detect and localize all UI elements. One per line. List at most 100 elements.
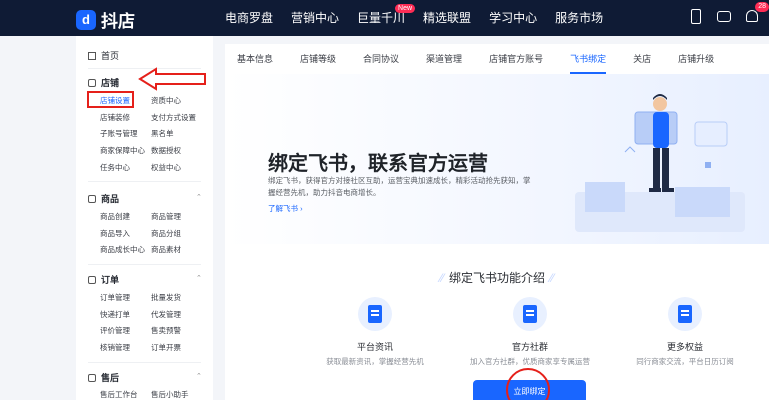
hero-banner: 绑定飞书，联系官方运营 绑定飞书，获得官方对接社区互助，运营宝典加速成长，精彩活… — [225, 74, 769, 244]
benefit-icon — [668, 297, 702, 331]
tab-bar: 基本信息 店铺等级 合同协议 渠道管理 店铺官方账号 飞书绑定 关店 店铺升级 — [225, 44, 769, 74]
sidebar-item-batch-ship[interactable]: 批量发货 — [151, 292, 181, 303]
sidebar-item-product-create[interactable]: 商品创建 — [100, 211, 130, 222]
feature-card: 更多权益 同行商家交流，平台日历订阅 — [615, 297, 755, 367]
nav-item-service-market[interactable]: 服务市场 — [555, 0, 603, 36]
notification-badge: 28 — [755, 2, 769, 12]
top-navigation-bar: d 抖店 电商罗盘 营销中心 巨量千川 New 精选联盟 学习中心 服务市场 28 — [0, 0, 769, 36]
feature-desc: 加入官方社群，优质商家享专属运营 — [470, 357, 590, 366]
logo-text: 抖店 — [101, 12, 135, 31]
nav-label: 电商罗盘 — [225, 11, 274, 25]
sidebar-item-invoice[interactable]: 订单开票 — [151, 342, 181, 353]
chevron-up-icon[interactable]: ⌃ — [196, 193, 202, 201]
nav-item-compass[interactable]: 电商罗盘 — [225, 0, 273, 36]
nav-label: 精选联盟 — [423, 11, 472, 25]
chevron-up-icon[interactable]: ⌃ — [196, 372, 202, 380]
sidebar-item-guarantee[interactable]: 商家保障中心 — [100, 145, 145, 156]
aftersale-icon — [88, 373, 96, 382]
sidebar-item-verification[interactable]: 核销管理 — [100, 342, 130, 353]
feature-desc: 获取最新资讯，掌握经营先机 — [326, 357, 424, 366]
new-badge: New — [395, 4, 416, 13]
hero-description: 绑定飞书，获得官方对接社区互助，运营宝典加速成长，精彩活动抢先获知，掌握经营先机… — [268, 176, 531, 197]
nav-item-marketing[interactable]: 营销中心 — [291, 0, 339, 36]
sidebar-item-label: 首页 — [101, 51, 120, 61]
sidebar-group-orders[interactable]: 订单 — [88, 273, 119, 286]
sidebar-item-product-material[interactable]: 商品素材 — [151, 244, 181, 255]
nav-item-learning[interactable]: 学习中心 — [489, 0, 537, 36]
feature-name: 官方社群 — [511, 342, 548, 352]
sidebar-item-product-growth[interactable]: 商品成长中心 — [100, 244, 145, 255]
tab-store-level[interactable]: 店铺等级 — [300, 44, 336, 74]
sidebar-item-aftersale-helper[interactable]: 售后小助手 — [151, 389, 189, 400]
sidebar-group-title: 订单 — [101, 275, 120, 285]
sidebar-group-title: 售后 — [101, 373, 120, 383]
nav-label: 学习中心 — [489, 11, 538, 25]
nav-label: 营销中心 — [291, 11, 340, 25]
tab-channels[interactable]: 渠道管理 — [426, 44, 462, 74]
news-icon — [358, 297, 392, 331]
sidebar-group-store[interactable]: 店铺 — [88, 76, 119, 89]
chevron-up-icon[interactable]: ⌃ — [196, 274, 202, 282]
order-icon — [88, 275, 96, 284]
sidebar-item-product-manage[interactable]: 商品管理 — [151, 211, 181, 222]
bell-icon[interactable]: 28 — [743, 2, 769, 26]
tab-store-upgrade[interactable]: 店铺升级 — [678, 44, 714, 74]
sidebar-item-home[interactable]: 首页 — [88, 49, 119, 62]
sidebar-item-data-auth[interactable]: 数据授权 — [151, 145, 181, 156]
tab-official-account[interactable]: 店铺官方账号 — [489, 44, 543, 74]
hero-title: 绑定飞书，联系官方运营 — [268, 153, 488, 175]
sidebar-item-blacklist[interactable]: 黑名单 — [151, 128, 174, 139]
nav-label: 服务市场 — [555, 11, 604, 25]
annotation-highlight-box — [87, 91, 134, 108]
sidebar-item-reviews[interactable]: 评价管理 — [100, 325, 130, 336]
annotation-arrow-icon — [138, 67, 206, 91]
sidebar-item-product-group[interactable]: 商品分组 — [151, 228, 181, 239]
top-icons: 28 — [677, 2, 769, 26]
hero-illustration — [575, 94, 745, 232]
divider — [88, 181, 201, 182]
store-icon — [88, 78, 96, 87]
home-icon — [88, 51, 96, 60]
community-icon — [513, 297, 547, 331]
nav-item-qianchuan[interactable]: 巨量千川 New — [357, 0, 416, 36]
tab-feishu-binding[interactable]: 飞书绑定 — [570, 44, 607, 74]
learn-feishu-link[interactable]: 了解飞书 › — [268, 203, 303, 214]
feature-name: 更多权益 — [666, 342, 703, 352]
feature-card: 平台资讯 获取最新资讯，掌握经营先机 — [305, 297, 445, 367]
product-icon — [88, 194, 96, 203]
sidebar-item-payment[interactable]: 支付方式设置 — [151, 112, 196, 123]
decor-left: ⁄⁄ — [439, 271, 444, 285]
top-nav: 电商罗盘 营销中心 巨量千川 New 精选联盟 学习中心 服务市场 — [225, 0, 621, 36]
sidebar-item-dropship[interactable]: 代发管理 — [151, 309, 181, 320]
sidebar-item-rights[interactable]: 权益中心 — [151, 162, 181, 173]
sidebar-item-decoration[interactable]: 店铺装修 — [100, 112, 130, 123]
sidebar-item-subaccount[interactable]: 子账号管理 — [100, 128, 138, 139]
phone-icon[interactable] — [687, 8, 705, 26]
sidebar-item-tasks[interactable]: 任务中心 — [100, 162, 130, 173]
sidebar-group-title: 商品 — [101, 194, 120, 204]
feature-card: 官方社群 加入官方社群，优质商家享专属运营 — [460, 297, 600, 367]
feature-desc: 同行商家交流，平台日历订阅 — [636, 357, 734, 366]
sidebar-item-aftersale-desk[interactable]: 售后工作台 — [100, 389, 138, 400]
logo[interactable]: d 抖店 — [76, 7, 135, 32]
logo-mark: d — [76, 9, 96, 30]
sidebar-group-aftersale[interactable]: 售后 — [88, 371, 119, 384]
sidebar-item-qualification[interactable]: 资质中心 — [151, 95, 181, 106]
feature-name: 平台资讯 — [356, 342, 393, 352]
sidebar-item-order-manage[interactable]: 订单管理 — [100, 292, 130, 303]
message-icon[interactable] — [715, 8, 733, 26]
features-title-text: 绑定飞书功能介绍 — [448, 271, 545, 285]
sidebar-item-product-import[interactable]: 商品导入 — [100, 228, 130, 239]
tab-contracts[interactable]: 合同协议 — [363, 44, 399, 74]
nav-item-alliance[interactable]: 精选联盟 — [423, 0, 471, 36]
tab-close-store[interactable]: 关店 — [633, 44, 651, 74]
divider — [88, 362, 201, 363]
decor-right: ⁄⁄ — [550, 271, 555, 285]
nav-label: 巨量千川 — [357, 11, 406, 25]
sidebar-item-sale-warning[interactable]: 售卖预警 — [151, 325, 181, 336]
sidebar-group-title: 店铺 — [101, 78, 120, 88]
features-title: ⁄⁄ 绑定飞书功能介绍 ⁄⁄ — [225, 269, 769, 286]
sidebar-group-products[interactable]: 商品 — [88, 192, 119, 205]
sidebar-item-express[interactable]: 快递打单 — [100, 309, 130, 320]
tab-basic-info[interactable]: 基本信息 — [237, 44, 273, 74]
